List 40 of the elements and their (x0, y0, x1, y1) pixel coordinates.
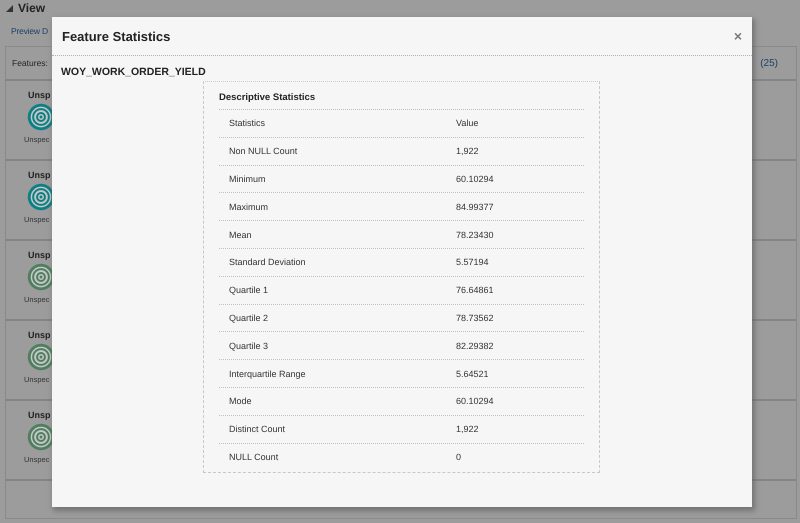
panel-title: Descriptive Statistics (219, 82, 584, 110)
column-header: Statistics (229, 118, 266, 128)
table-cell-text: Quartile 1 (229, 285, 270, 296)
table-cell-text: 60.10294 (456, 396, 495, 406)
table-cell-text: 1,922 (456, 424, 480, 434)
table-cell-text: Standard Deviation (229, 257, 307, 268)
card-title: Unsp (28, 330, 50, 340)
table-cell-text: 76.64861 (456, 285, 495, 296)
table-cell-text: 84.99377 (456, 202, 495, 212)
card-title: Unsp (28, 410, 50, 420)
table-cell-text: Interquartile Range (229, 368, 307, 379)
card-title: Unsp (28, 170, 50, 180)
column-header: Value (456, 118, 480, 128)
table-cell-text: Minimum (229, 174, 267, 184)
close-button[interactable]: × (732, 28, 744, 44)
table-cell-text: NULL Count (229, 452, 280, 462)
table-cell-text: 5.57194 (456, 257, 490, 268)
table-cell-text: Distinct Count (229, 424, 286, 434)
collapse-triangle-icon[interactable] (6, 4, 13, 12)
feature-name: WOY_WORK_ORDER_YIELD (60, 65, 207, 78)
features-label: Features: (12, 58, 48, 68)
card-title: Unsp (28, 90, 50, 100)
table-cell-text: Maximum (229, 202, 270, 212)
table-cell-text: 5.64521 (456, 368, 490, 379)
section-title: View (18, 1, 46, 15)
table-cell-text: Mean (229, 230, 253, 240)
features-count-link[interactable]: (25) (760, 58, 778, 68)
table-cell-text: 1,922 (456, 146, 480, 156)
table-cell-text: Non NULL Count (229, 146, 298, 156)
table-cell-text: 78.73562 (456, 312, 495, 323)
dialog-title: Feature Statistics (62, 28, 170, 44)
preview-link[interactable]: Preview D (11, 26, 48, 36)
card-title: Unsp (28, 250, 50, 260)
table-cell-text: 78.23430 (456, 230, 495, 240)
table-cell-text: Quartile 3 (229, 340, 270, 351)
table-cell-text: 82.29382 (456, 340, 495, 351)
table-cell-text: Quartile 2 (229, 312, 270, 323)
table-cell-text: Mode (229, 396, 253, 406)
table-cell-text: 60.10294 (456, 174, 495, 184)
table-cell-text: 0 (456, 452, 462, 462)
